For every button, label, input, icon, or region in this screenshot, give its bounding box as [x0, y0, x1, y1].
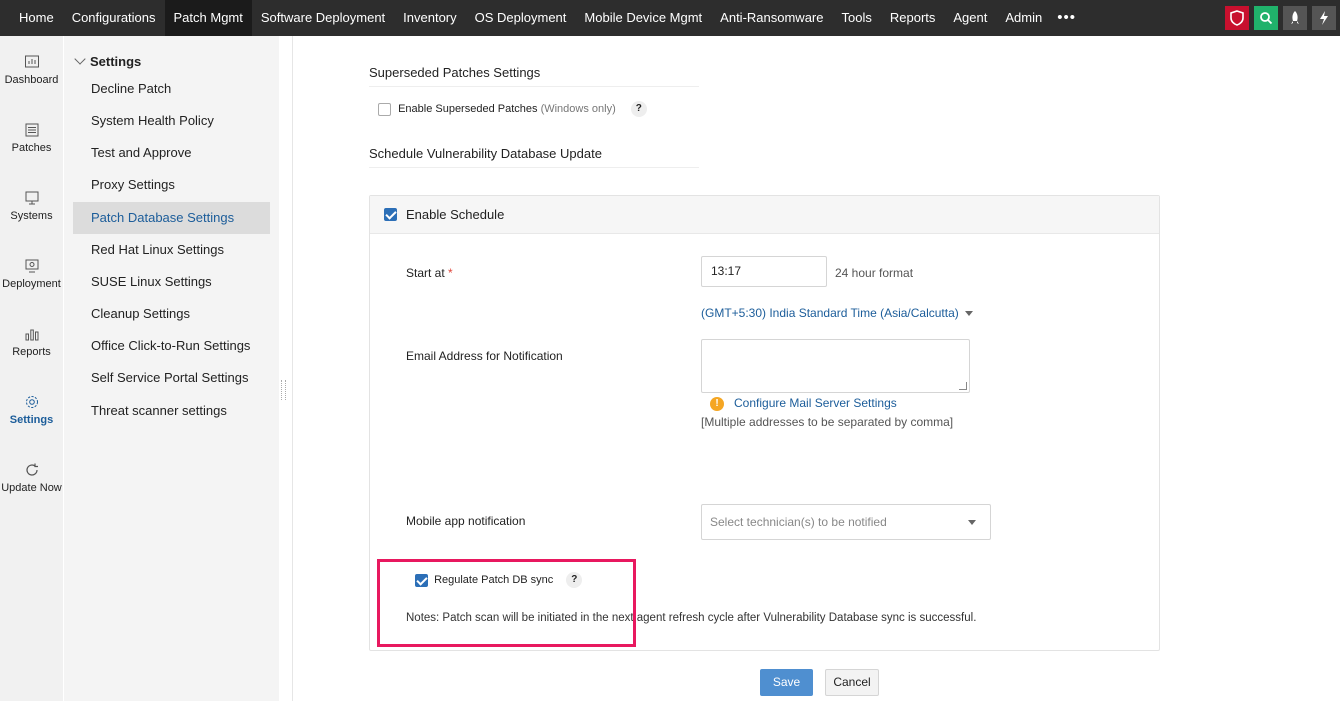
- email-address-textarea[interactable]: [701, 339, 970, 393]
- nav-os-deployment[interactable]: OS Deployment: [466, 0, 576, 36]
- windows-only-note: (Windows only): [540, 102, 616, 115]
- nav-patch-mgmt[interactable]: Patch Mgmt: [164, 0, 252, 36]
- email-separator-hint: [Multiple addresses to be separated by c…: [701, 415, 954, 429]
- menu-item-proxy-settings[interactable]: Proxy Settings: [73, 169, 270, 201]
- settings-menu: Settings Decline Patch System Health Pol…: [64, 36, 279, 701]
- menu-item-threat-scanner-settings[interactable]: Threat scanner settings: [73, 395, 270, 427]
- caret-down-icon: [964, 311, 973, 317]
- timezone-dropdown[interactable]: (GMT+5:30) India Standard Time (Asia/Cal…: [701, 306, 973, 320]
- menu-item-suse-linux-settings[interactable]: SUSE Linux Settings: [73, 266, 270, 298]
- nav-tools[interactable]: Tools: [833, 0, 881, 36]
- warning-icon: !: [710, 396, 724, 411]
- content-divider: [292, 36, 293, 701]
- nav-anti-ransomware[interactable]: Anti-Ransomware: [711, 0, 832, 36]
- nav-software-deployment[interactable]: Software Deployment: [252, 0, 394, 36]
- rail-label-settings: Settings: [9, 414, 54, 426]
- caret-down-icon: [968, 520, 976, 525]
- settings-icon: [25, 396, 38, 408]
- schedule-panel-header: Enable Schedule: [370, 196, 1159, 234]
- rail-label-update-now: Update Now: [1, 482, 62, 494]
- dashboard-icon: [24, 55, 39, 68]
- start-at-label: Start at *: [406, 266, 453, 280]
- technician-select[interactable]: Select technician(s) to be notified: [701, 504, 991, 540]
- shield-icon[interactable]: [1225, 6, 1249, 30]
- rail-item-systems[interactable]: Systems: [0, 190, 63, 222]
- nav-admin[interactable]: Admin: [996, 0, 1051, 36]
- rail-item-reports[interactable]: Reports: [0, 326, 63, 358]
- nav-reports[interactable]: Reports: [881, 0, 945, 36]
- settings-menu-title[interactable]: Settings: [74, 53, 142, 69]
- enable-schedule-checkbox[interactable]: [384, 208, 397, 221]
- rail-item-patches[interactable]: Patches: [0, 122, 63, 154]
- more-menu-icon[interactable]: •••: [1051, 0, 1082, 36]
- resize-handle-icon[interactable]: [959, 382, 967, 390]
- top-navigation-bar: Home Configurations Patch Mgmt Software …: [0, 0, 1340, 36]
- highlight-box: [377, 559, 636, 647]
- rail-label-deployment: Deployment: [2, 278, 61, 290]
- settings-menu-title-text: Settings: [90, 54, 142, 69]
- top-right-icons: [1225, 0, 1340, 36]
- rail-item-update-now[interactable]: Update Now: [0, 462, 63, 494]
- rail-label-systems: Systems: [10, 210, 53, 222]
- rail-item-dashboard[interactable]: Dashboard: [0, 54, 63, 86]
- bolt-icon[interactable]: [1312, 6, 1336, 30]
- deployment-icon: [25, 259, 38, 273]
- refresh-icon: [25, 463, 38, 476]
- menu-item-red-hat-linux-settings[interactable]: Red Hat Linux Settings: [73, 234, 270, 266]
- chevron-down-icon: [74, 53, 86, 65]
- reports-icon: [25, 329, 38, 341]
- nav-inventory[interactable]: Inventory: [394, 0, 465, 36]
- rail-item-settings[interactable]: Settings: [0, 394, 63, 426]
- required-mark: *: [448, 266, 453, 280]
- nav-configurations[interactable]: Configurations: [63, 0, 165, 36]
- menu-resize-handle[interactable]: [281, 380, 286, 400]
- nav-mobile-device-mgmt[interactable]: Mobile Device Mgmt: [575, 0, 711, 36]
- nav-agent[interactable]: Agent: [944, 0, 996, 36]
- menu-item-patch-database-settings[interactable]: Patch Database Settings: [73, 202, 270, 234]
- rail-label-dashboard: Dashboard: [4, 74, 59, 86]
- menu-item-test-and-approve[interactable]: Test and Approve: [73, 137, 270, 169]
- menu-item-decline-patch[interactable]: Decline Patch: [73, 73, 270, 105]
- start-time-input[interactable]: 13:17: [701, 256, 827, 287]
- enable-superseded-label[interactable]: Enable Superseded Patches: [398, 103, 537, 115]
- schedule-section-title: Schedule Vulnerability Database Update: [369, 146, 699, 168]
- menu-item-office-click-to-run-settings[interactable]: Office Click-to-Run Settings: [73, 330, 270, 362]
- cancel-button[interactable]: Cancel: [825, 669, 879, 696]
- technician-select-placeholder: Select technician(s) to be notified: [710, 515, 887, 529]
- superseded-section-title: Superseded Patches Settings: [369, 65, 699, 87]
- mobile-notification-label: Mobile app notification: [406, 514, 526, 528]
- left-icon-rail: Dashboard Patches Systems Deployment Rep…: [0, 36, 63, 701]
- systems-icon: [25, 191, 38, 205]
- menu-item-self-service-portal-settings[interactable]: Self Service Portal Settings: [73, 362, 270, 394]
- patches-icon: [25, 123, 38, 137]
- search-icon[interactable]: [1254, 6, 1278, 30]
- rail-label-patches: Patches: [11, 142, 52, 154]
- rail-label-reports: Reports: [12, 346, 51, 358]
- start-at-label-text: Start at: [406, 266, 445, 280]
- configure-mail-row: ! Configure Mail Server Settings: [710, 396, 897, 411]
- rail-item-deployment[interactable]: Deployment: [0, 258, 63, 290]
- email-notification-label: Email Address for Notification: [406, 349, 563, 363]
- enable-schedule-label[interactable]: Enable Schedule: [406, 207, 504, 222]
- save-button[interactable]: Save: [760, 669, 813, 696]
- superseded-checkbox-row: Enable Superseded Patches (Windows only)…: [378, 101, 647, 117]
- superseded-help-icon[interactable]: ?: [630, 101, 647, 117]
- enable-superseded-checkbox[interactable]: [378, 102, 391, 116]
- menu-item-system-health-policy[interactable]: System Health Policy: [73, 105, 270, 137]
- timezone-value: (GMT+5:30) India Standard Time (Asia/Cal…: [701, 306, 959, 320]
- nav-home[interactable]: Home: [10, 0, 63, 36]
- menu-item-cleanup-settings[interactable]: Cleanup Settings: [73, 298, 270, 330]
- time-format-hint: 24 hour format: [835, 266, 914, 280]
- rocket-icon[interactable]: [1283, 6, 1307, 30]
- configure-mail-server-link[interactable]: Configure Mail Server Settings: [734, 396, 897, 410]
